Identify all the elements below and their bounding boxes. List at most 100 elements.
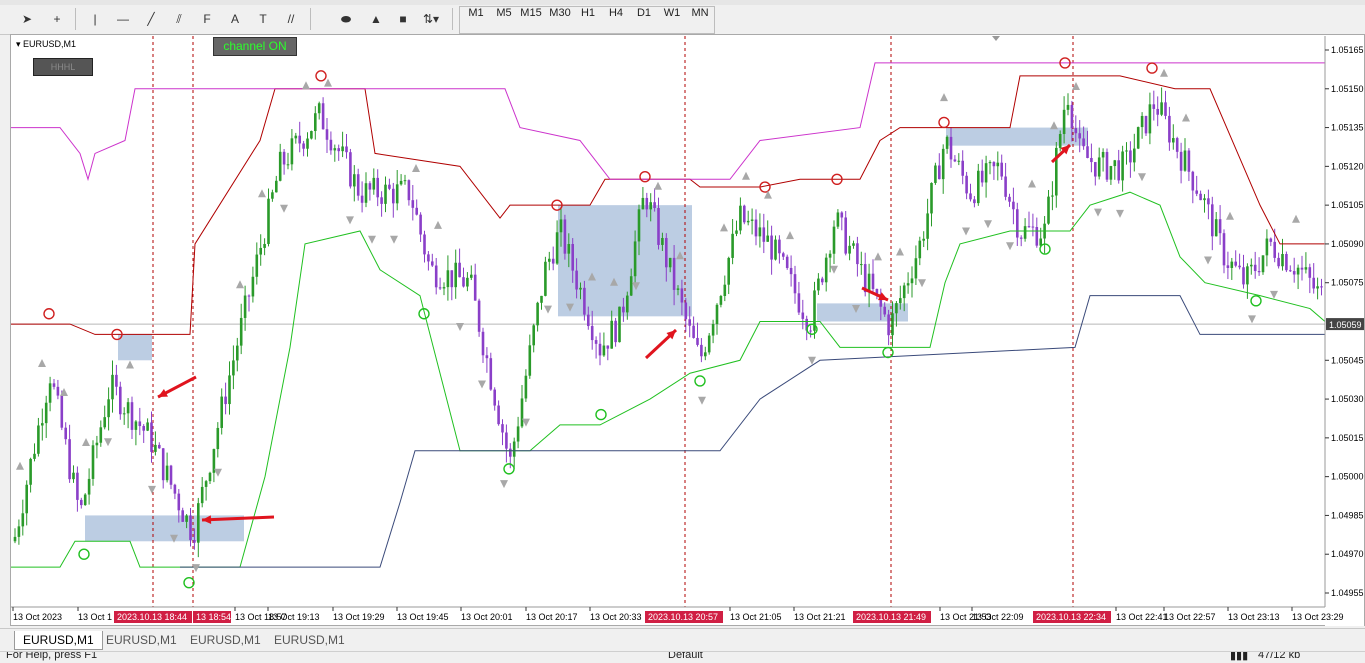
candle-body (286, 164, 290, 166)
status-traffic: 47/12 kb (1258, 651, 1301, 661)
price-tick-label: 1.05075 (1331, 278, 1364, 288)
candle-body (267, 198, 270, 244)
candle-body (1292, 271, 1296, 275)
fractal-arrow-icon (368, 235, 376, 244)
candle-body (1285, 253, 1288, 271)
candle-body (544, 261, 547, 296)
fractal-arrow-icon (500, 480, 508, 489)
candle-body (481, 331, 485, 356)
candle-body (1257, 271, 1261, 273)
candle-body (961, 160, 964, 176)
tab-eurusd-m1-3[interactable]: EURUSD,M1 (182, 631, 269, 649)
candle-body (154, 444, 157, 452)
candle-body (922, 238, 925, 241)
fractal-arrow-icon (104, 438, 112, 447)
status-profile: Default (668, 651, 703, 661)
candle-body (1109, 166, 1113, 180)
buy-signal-icon (78, 548, 90, 560)
candle-body (477, 300, 481, 332)
candle-body (29, 458, 32, 485)
candle-body (368, 183, 372, 190)
fractal-arrow-icon (830, 265, 838, 274)
candle-body (1265, 238, 1269, 256)
candle-body (676, 288, 680, 290)
current-price-label: 1.05059 (1329, 320, 1362, 330)
candle-body (1246, 266, 1249, 285)
candle-body (996, 162, 1000, 167)
candle-body (926, 213, 929, 239)
time-tick-label: 13 Oct 21:21 (794, 612, 846, 622)
fractal-arrow-icon (654, 181, 662, 190)
buy-signal-icon (1250, 295, 1262, 307)
candle-body (1144, 115, 1148, 134)
candle-body (364, 183, 368, 203)
channel-toggle-button[interactable]: channel ON (213, 37, 297, 56)
candle-body (1117, 160, 1120, 181)
time-highlight-label: 2023.10.13 22:34 (1036, 612, 1106, 622)
candle-body (458, 262, 461, 278)
candle-body (80, 499, 83, 506)
fractal-arrow-icon (1226, 211, 1234, 220)
candle-body (1281, 253, 1284, 267)
candle-body (99, 427, 103, 443)
candle-body (1277, 257, 1280, 267)
candle-body (173, 484, 177, 494)
candle-body (501, 424, 504, 433)
candle-body (87, 478, 91, 495)
candle-body (68, 439, 71, 480)
candle-body (746, 220, 750, 223)
sell-signal-icon (315, 70, 327, 82)
candle-body (13, 536, 17, 542)
candle-body (1101, 151, 1105, 158)
candle-body (1070, 104, 1074, 129)
fractal-arrow-icon (1094, 208, 1102, 217)
fractal-arrow-icon (60, 388, 68, 397)
candle-body (711, 324, 715, 336)
time-tick-label: 13 Oct 22:41 (1116, 612, 1168, 622)
tab-eurusd-m1-1[interactable]: EURUSD,M1 (14, 631, 103, 650)
candle-body (1133, 148, 1136, 163)
candle-body (251, 276, 255, 297)
candle-body (1207, 198, 1210, 205)
candle-body (512, 441, 516, 457)
candle-body (618, 306, 621, 343)
candle-body (1211, 204, 1214, 237)
candle-body (321, 103, 325, 130)
fractal-arrow-icon (434, 220, 442, 229)
candle-body (902, 285, 906, 299)
fractal-arrow-icon (478, 380, 486, 389)
candle-body (641, 197, 645, 210)
candle-body (575, 270, 578, 290)
candle-body (774, 239, 777, 260)
candle-body (450, 270, 454, 288)
candle-body (111, 374, 114, 400)
tab-eurusd-m1-4[interactable]: EURUSD,M1 (266, 631, 353, 649)
candle-body (587, 314, 590, 327)
fractal-arrow-icon (1160, 68, 1168, 77)
candle-body (399, 180, 403, 185)
candle-body (1129, 150, 1132, 163)
candle-body (692, 325, 695, 338)
candle-body (470, 274, 473, 278)
hhhl-button[interactable]: HHHL (33, 58, 93, 76)
sell-signal-icon (43, 308, 55, 320)
time-tick-label: 13 Oct 19:29 (333, 612, 385, 622)
time-tick-label: 13 Oct 20:01 (461, 612, 513, 622)
fractal-arrow-icon (1050, 121, 1058, 130)
candle-body (1066, 104, 1070, 110)
buy-signal-icon (595, 408, 607, 421)
candle-body (750, 219, 754, 221)
fractal-arrow-icon (720, 223, 728, 232)
fractal-arrow-icon (544, 305, 552, 314)
candle-body (314, 113, 317, 132)
connection-icon: ▮▮▮ (1230, 651, 1249, 662)
candle-body (645, 197, 649, 210)
fractal-arrow-icon (918, 279, 926, 288)
candle-body (906, 283, 910, 286)
candle-body (395, 184, 399, 204)
time-tick-label: 13 Oct 20:33 (590, 612, 642, 622)
candle-body (271, 192, 274, 199)
candle-body (1140, 115, 1144, 128)
buy-signal-icon (694, 375, 706, 387)
tab-eurusd-m1-2[interactable]: EURUSD,M1 (98, 631, 185, 649)
